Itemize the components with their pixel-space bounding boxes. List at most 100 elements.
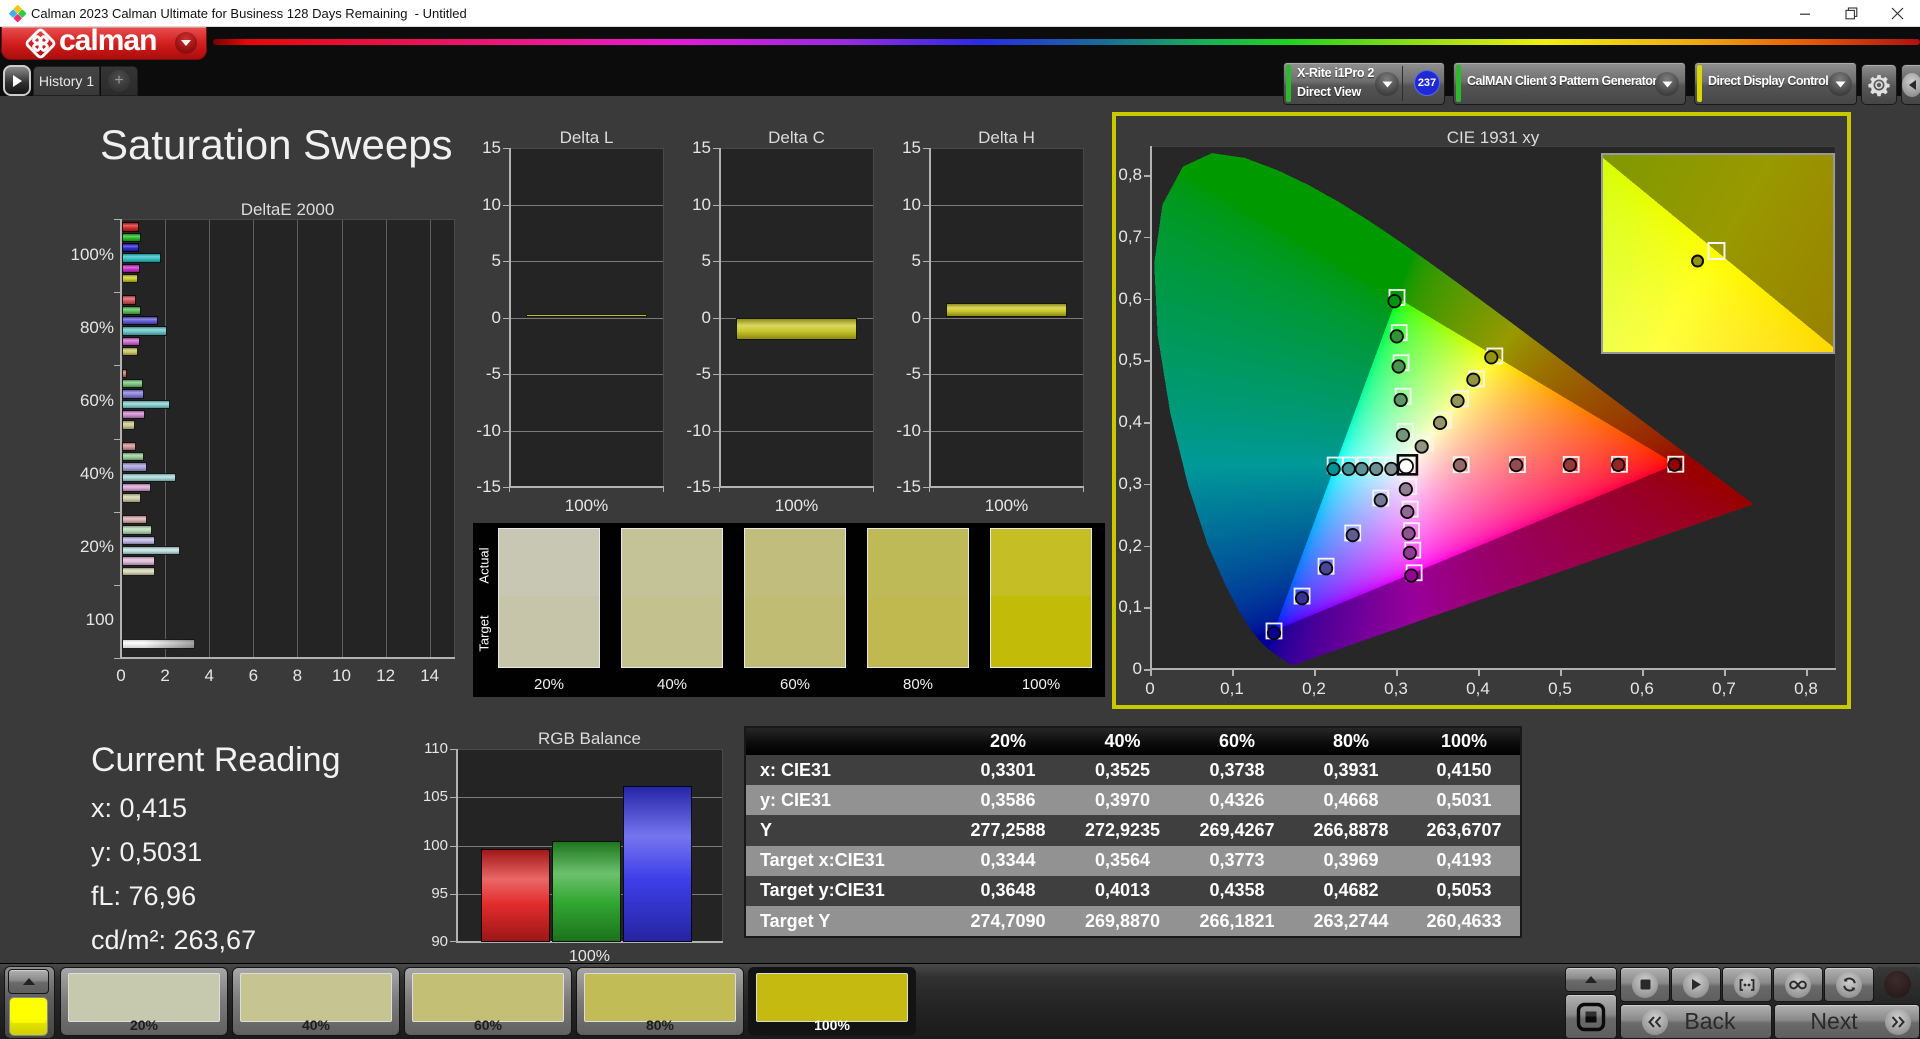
x-tick-label: 2: [160, 666, 170, 685]
x-tick-label: 0,4: [1466, 679, 1490, 698]
cie-measured-yellow: [1432, 415, 1448, 430]
reading-line: y: 0,5031: [91, 837, 203, 867]
meter-badge[interactable]: 237: [1414, 70, 1440, 96]
pattern-swatch-60%[interactable]: 60%: [404, 967, 572, 1036]
x-tick-label: 0: [116, 666, 126, 685]
table-header-cell: 80%: [1332, 731, 1370, 751]
pattern-swatch-20%[interactable]: 20%: [60, 967, 228, 1036]
deltae-bar: [122, 483, 151, 493]
back-button[interactable]: Back: [1620, 1004, 1772, 1039]
y-tick-label: 0: [491, 307, 501, 327]
gridline-h: [930, 374, 1083, 375]
deltae-bar: [122, 389, 145, 399]
infinity-icon: [1785, 971, 1811, 998]
table-cell: 266,1821: [1199, 910, 1275, 931]
deltae-bar: [122, 273, 139, 284]
swatch-compare: [744, 528, 846, 668]
y-tick-label: 5: [491, 251, 501, 270]
deltae-bar: [122, 472, 177, 483]
rgb-bar-green: [552, 840, 621, 942]
chevron-up-icon: [22, 978, 35, 985]
deltae-bar: [122, 378, 144, 389]
next-button[interactable]: Next: [1774, 1004, 1920, 1039]
status-light-well: [1875, 967, 1920, 1002]
cie-measured-red: [1562, 457, 1578, 473]
y-tick-label: 0,4: [1118, 412, 1142, 431]
pattern-collapse-button[interactable]: [8, 969, 49, 994]
x-tick: [1478, 670, 1480, 676]
gridline-h: [510, 374, 663, 375]
gridline-h: [930, 430, 1083, 432]
single-measure-button[interactable]: [1722, 967, 1772, 1002]
table-row-label: Y: [760, 819, 773, 840]
layout-saturation-sweeps: Saturation Sweeps DeltaE 2000 0 2 4 6 8 10 12 14…: [0, 0, 1920, 1039]
measurement-table: 20% 40% 60% 80% 100% x: CIE31 0,3301 0,3525 0,37…: [744, 726, 1522, 938]
table-cell: 0,3931: [1323, 759, 1379, 780]
x-tick-label: 0,5: [1548, 679, 1572, 698]
y-group-label: 100: [85, 610, 114, 630]
y-tick-label: 10: [482, 194, 501, 214]
x-tick: [1560, 670, 1562, 676]
y-tick-label: -5: [695, 364, 711, 383]
y-tick-label: 0,2: [1118, 535, 1142, 555]
play-button[interactable]: [1671, 967, 1721, 1002]
x-axis-label: 100%: [984, 496, 1029, 515]
delta-bar: [946, 302, 1067, 318]
cie-measured-yellow: [1484, 350, 1499, 365]
table-row: x: CIE31 0,3301 0,3525 0,3738 0,3931 0,4150: [746, 755, 1520, 786]
y-tick-label: 90: [431, 933, 448, 950]
deltae-bar: [122, 326, 167, 336]
table-cell: 0,3969: [1323, 850, 1379, 871]
stop-icon: [1632, 971, 1658, 998]
swatch-target: [868, 596, 968, 667]
gridline-h: [720, 204, 873, 206]
swatch-level-label: 20%: [533, 676, 565, 693]
swatch-label: 100%: [814, 1017, 850, 1033]
pattern-swatch-40%[interactable]: 40%: [232, 967, 400, 1036]
table-row: Target Y 274,7090 269,8870 266,1821 263,2744…: [746, 906, 1520, 937]
table-cell: 0,3738: [1209, 759, 1265, 780]
stop-button[interactable]: [1620, 967, 1670, 1002]
gridline-h: [930, 317, 1083, 319]
cie-1931-panel[interactable]: CIE 1931 xy 0 0,1 0,2 0,3 0,4 0,5 0,6 0,7 0,8 0 0,1…: [1112, 112, 1851, 709]
table-cell: 277,2588: [970, 819, 1046, 840]
panel-expand-button[interactable]: [1565, 967, 1617, 992]
y-tick-label: -10: [476, 420, 501, 440]
x-tick: [1232, 670, 1234, 676]
back-icon: [1642, 1009, 1668, 1035]
x-axis-label: 100%: [774, 496, 819, 515]
pattern-window-button[interactable]: [1565, 994, 1617, 1039]
gridline-v: [297, 220, 299, 657]
cie-measured-green: [1387, 294, 1402, 309]
y-tick: [114, 438, 120, 440]
swatch-chip: [756, 973, 908, 1022]
y-tick-label: -10: [896, 420, 921, 440]
page-title: Saturation Sweeps: [100, 121, 453, 168]
swatch-label: 20%: [129, 1017, 159, 1033]
y-tick-label: 5: [701, 251, 711, 270]
gridline-h: [510, 261, 663, 262]
cie-measured-yellow: [1450, 393, 1465, 408]
table-row-label: Target y:CIE31: [760, 880, 885, 901]
continuous-measure-button[interactable]: [1773, 967, 1823, 1002]
table-cell: 263,6707: [1426, 819, 1502, 840]
pattern-swatch-100%[interactable]: 100%: [748, 967, 916, 1036]
deltae-bar: [122, 525, 152, 535]
swatch-compare: [990, 528, 1092, 668]
gridline-v: [253, 220, 255, 657]
pattern-window-icon: [1576, 1002, 1606, 1031]
cie-measured-blue: [1345, 528, 1360, 543]
play-icon: [1683, 971, 1709, 998]
pattern-color-preview[interactable]: [9, 997, 48, 1036]
refresh-button[interactable]: [1824, 967, 1874, 1002]
deltae-bar: [122, 263, 141, 273]
x-tick-label: 12: [376, 666, 396, 685]
table-cell: 0,3586: [980, 789, 1036, 810]
x-axis: [509, 486, 664, 488]
plot-area: [120, 219, 455, 658]
table-row-label: Target Y: [760, 910, 831, 931]
y-tick-label: 5: [911, 251, 921, 270]
swatch-level-label: 100%: [1021, 676, 1061, 693]
pattern-swatch-80%[interactable]: 80%: [576, 967, 744, 1036]
table-cell: 0,4013: [1094, 880, 1151, 901]
